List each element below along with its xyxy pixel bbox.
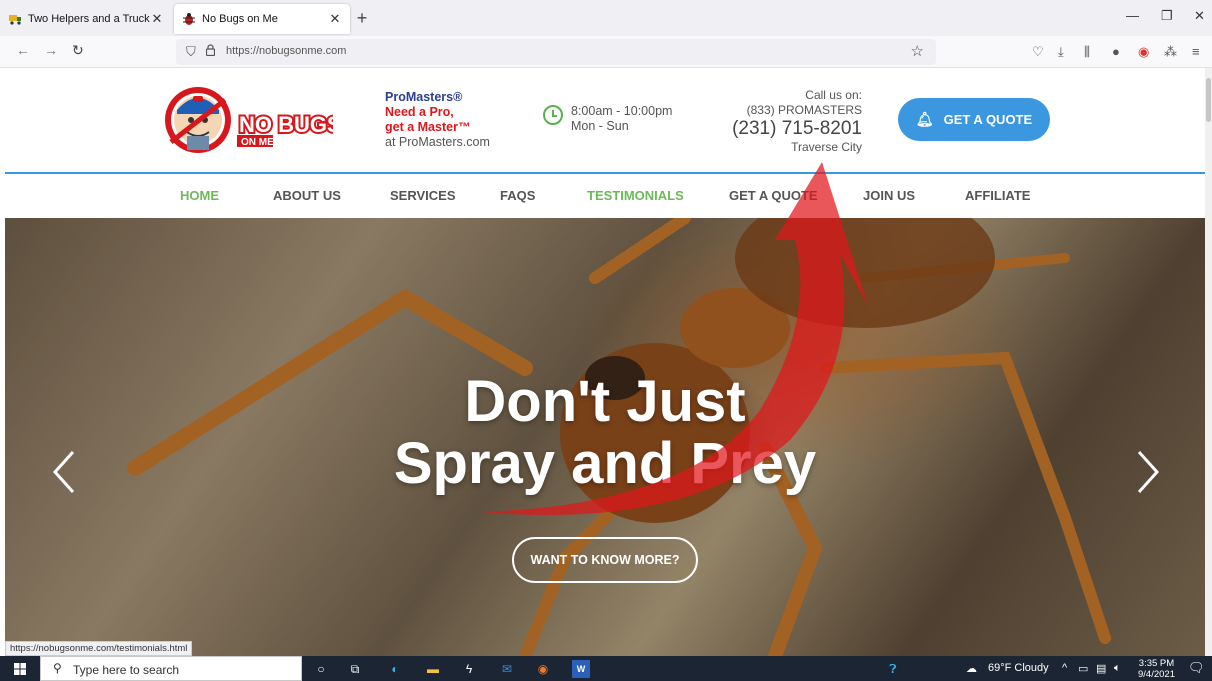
volume-icon[interactable]: 🔈︎ [1114, 662, 1121, 675]
promasters-tagline-2: get a Master™ [385, 120, 471, 134]
menu-item-affiliate[interactable]: AFFILIATE [965, 188, 1030, 203]
promasters-tagline-1: Need a Pro, [385, 105, 454, 119]
close-tab-icon[interactable]: ✕ [328, 11, 342, 27]
scrollbar-thumb[interactable] [1206, 78, 1211, 122]
extension-2-icon[interactable]: ⁂ [1164, 44, 1177, 60]
menu-hamburger-icon[interactable]: ≡ [1192, 44, 1200, 59]
network-icon[interactable]: ▤ [1096, 662, 1106, 675]
promasters-block[interactable]: ProMasters® Need a Pro, get a Master™ at… [385, 90, 490, 150]
get-a-quote-button[interactable]: 🔔︎ GET A QUOTE [898, 98, 1050, 141]
file-explorer-icon[interactable]: ▬ [424, 660, 442, 678]
call-label: Call us on: [805, 88, 862, 102]
vanity-number[interactable]: (833) PROMASTERS [705, 103, 862, 118]
weather-text[interactable]: 69°F Cloudy [988, 662, 1049, 674]
windows-taskbar: ⚲ Type here to search ○ ⧉ ◐ ▬ ϟ ✉ ◉ W ❓︎… [0, 656, 1212, 681]
account-icon[interactable]: ● [1112, 44, 1120, 59]
cortana-icon[interactable]: ○ [312, 660, 330, 678]
logo-subtext: ON ME [241, 137, 274, 148]
hero-title-line-2: Spray and Prey [393, 431, 817, 496]
city-name: Traverse City [791, 140, 862, 154]
hero-slider: Don't Just Spray and Prey WANT TO KNOW M… [5, 218, 1205, 656]
browser-nav-bar: ← → ↻ ⛉ https://nobugsonme.com ☆ ♡ ⤓ ⫼ ●… [0, 36, 1212, 68]
edge-icon[interactable]: ◐ [386, 660, 404, 678]
bookmark-star-icon[interactable]: ☆ [911, 42, 924, 60]
menu-item-services[interactable]: SERVICES [390, 188, 456, 203]
menu-item-get-a-quote[interactable]: GET A QUOTE [729, 188, 818, 203]
library-icon[interactable]: ⫼ [1084, 44, 1090, 60]
tab-no-bugs-on-me[interactable]: No Bugs on Me ✕ [174, 4, 350, 34]
windows-start-icon[interactable] [14, 663, 26, 675]
word-icon[interactable]: W [572, 660, 590, 678]
tab-two-helpers[interactable]: Two Helpers and a Truck ✕ [0, 4, 172, 34]
restore-icon[interactable]: ❐ [1161, 8, 1173, 24]
reload-icon[interactable]: ↻ [72, 42, 84, 59]
pocket-icon[interactable]: ♡ [1032, 44, 1044, 60]
tab-title: No Bugs on Me [202, 13, 278, 25]
back-icon[interactable]: ← [16, 42, 30, 58]
business-hours: 8:00am - 10:00pm Mon - Sun [543, 104, 672, 134]
tab-title: Two Helpers and a Truck [28, 13, 150, 25]
extension-icon[interactable]: ◉ [1138, 44, 1149, 60]
firefox-icon[interactable]: ◉ [534, 660, 552, 678]
new-tab-icon[interactable]: + [352, 8, 372, 29]
logo-text: NO BUGS [239, 112, 333, 137]
next-slide-chevron-icon[interactable] [1135, 450, 1161, 494]
menu-item-home[interactable]: HOME [180, 188, 219, 203]
lock-icon[interactable] [206, 44, 215, 56]
promasters-brand: ProMasters® [385, 90, 463, 104]
want-to-know-more-button[interactable]: WANT TO KNOW MORE? [512, 537, 698, 583]
close-window-icon[interactable]: ✕ [1194, 8, 1205, 24]
clock-time: 3:35 PM [1138, 658, 1175, 669]
menu-item-join-us[interactable]: JOIN US [863, 188, 915, 203]
notifications-icon[interactable]: 🗨︎ [1188, 660, 1205, 676]
hero-title: Don't Just Spray and Prey [5, 371, 1205, 495]
previous-slide-chevron-icon[interactable] [51, 450, 77, 494]
quote-button-label: GET A QUOTE [943, 112, 1033, 127]
power-automate-icon[interactable]: ϟ [460, 660, 478, 678]
promasters-site: at ProMasters.com [385, 135, 490, 149]
url-text: https://nobugsonme.com [226, 45, 347, 57]
mail-icon[interactable]: ✉ [498, 660, 516, 678]
clock-date: 9/4/2021 [1138, 669, 1175, 680]
web-page: NO BUGS ON ME ProMasters® Need a Pro, ge… [5, 68, 1205, 656]
hero-title-line-1: Don't Just [464, 369, 746, 434]
forward-icon[interactable]: → [44, 42, 58, 58]
contact-block: Call us on: (833) PROMASTERS (231) 715-8… [705, 88, 862, 155]
bug-favicon-icon [182, 12, 196, 26]
status-link-preview: https://nobugsonme.com/testimonials.html [5, 641, 193, 656]
minimize-icon[interactable]: — [1126, 8, 1139, 23]
phone-number[interactable]: (231) 715-8201 [705, 118, 862, 140]
hours-time: 8:00am - 10:00pm [571, 104, 673, 118]
help-icon[interactable]: ❓︎ [884, 660, 902, 678]
task-view-icon[interactable]: ⧉ [346, 660, 364, 678]
shield-icon[interactable]: ⛉ [186, 44, 196, 60]
site-logo[interactable]: NO BUGS ON ME [163, 80, 344, 158]
downloads-icon[interactable]: ⤓ [1058, 44, 1064, 60]
meet-now-icon[interactable]: ▭ [1078, 662, 1088, 675]
truck-favicon-icon [8, 12, 22, 26]
page-scrollbar[interactable] [1205, 68, 1212, 656]
close-tab-icon[interactable]: ✕ [150, 11, 164, 27]
bell-icon: 🔔︎ [915, 111, 934, 127]
cloud-icon: ☁ [966, 663, 977, 675]
url-bar[interactable]: ⛉ https://nobugsonme.com ☆ [176, 39, 936, 65]
show-hidden-icons-icon[interactable]: ^ [1062, 662, 1067, 674]
menu-item-about-us[interactable]: ABOUT US [273, 188, 341, 203]
search-icon: ⚲ [53, 661, 62, 675]
hours-days: Mon - Sun [571, 119, 629, 133]
taskbar-search-box[interactable]: ⚲ Type here to search [40, 656, 302, 681]
menu-item-faqs[interactable]: FAQS [500, 188, 535, 203]
menu-item-testimonials[interactable]: TESTIMONIALS [587, 188, 684, 203]
taskbar-clock[interactable]: 3:35 PM 9/4/2021 [1138, 658, 1175, 680]
clock-icon [543, 105, 563, 125]
site-header: NO BUGS ON ME ProMasters® Need a Pro, ge… [5, 68, 1205, 172]
main-menu: HOME ABOUT US SERVICES FAQS TESTIMONIALS… [5, 172, 1205, 218]
browser-tab-bar: Two Helpers and a Truck ✕ No Bugs on Me … [0, 0, 1212, 36]
search-placeholder: Type here to search [73, 663, 180, 677]
